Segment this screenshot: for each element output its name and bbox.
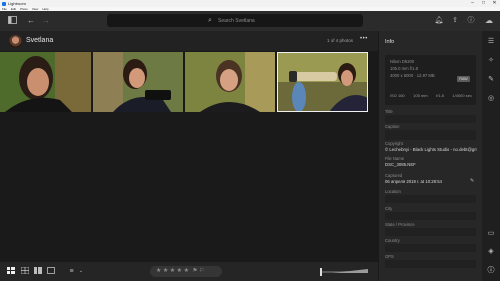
detail-view-icon[interactable] — [33, 267, 42, 276]
reject-flag-icon[interactable]: ⚐ — [199, 266, 204, 277]
caption-label: Caption — [385, 124, 400, 129]
focal-length-value: 105 mm — [413, 93, 428, 98]
help-icon[interactable]: ⓘ — [466, 16, 476, 26]
sidebar-toggle-icon[interactable] — [7, 16, 17, 26]
thumbnail-strip — [0, 52, 378, 113]
thumbnail-size-slider[interactable] — [320, 268, 368, 276]
back-arrow-icon[interactable]: ← — [26, 16, 36, 26]
edit-sliders-icon[interactable]: ☰ — [486, 37, 496, 47]
info-panel-title: Info — [385, 39, 395, 45]
photo-grid-area: Svetlana 1 of 4 photos ••• — [0, 31, 378, 262]
pick-flag-icon[interactable]: ⚑ — [192, 266, 197, 277]
location-field[interactable] — [385, 195, 476, 203]
photo-thumbnail[interactable] — [0, 52, 91, 112]
caption-field[interactable] — [385, 130, 476, 140]
iso-value: ISO 160 — [390, 93, 405, 98]
lightroom-window: Lightroom – □ ✕ File Edit Photo View Hel… — [0, 0, 500, 281]
app-icon — [2, 1, 6, 6]
rating-and-flag-bar: ★ ★ ★ ★ ★ ⚑ ⚐ — [150, 266, 222, 277]
single-view-icon[interactable] — [46, 267, 55, 276]
size-slider-track — [332, 269, 368, 273]
healing-icon[interactable]: ◎ — [486, 94, 496, 104]
copyright-value[interactable]: © Lechebnyi - Black Lights Studio - no.d… — [385, 147, 477, 152]
location-label: Location — [385, 189, 401, 194]
gps-field[interactable] — [385, 260, 476, 268]
image-dimensions: 4000 x 6000 · 12.97 MB — [390, 73, 435, 78]
sort-dropdown-icon[interactable]: ⌄ — [78, 267, 84, 276]
album-header: Svetlana 1 of 4 photos ••• — [0, 31, 378, 51]
raw-badge: RAW — [457, 76, 470, 82]
filename-value: DSC_3085.NEF — [385, 162, 416, 167]
copyright-label: Copyright — [385, 141, 403, 146]
star-rating-4[interactable]: ★ — [177, 266, 182, 277]
info-panel: Info Nikon D5200 105.0 mm f/1.8 4000 x 6… — [378, 31, 482, 281]
size-slider-handle[interactable] — [320, 268, 322, 276]
more-options-button[interactable]: ••• — [360, 36, 368, 42]
star-rating-2[interactable]: ★ — [163, 266, 168, 277]
tags-icon[interactable]: ◈ — [486, 247, 496, 257]
square-grid-view-icon[interactable] — [20, 266, 29, 276]
maximize-button[interactable]: □ — [478, 0, 489, 7]
state-field[interactable] — [385, 228, 476, 236]
country-label: Country — [385, 238, 400, 243]
search-input[interactable] — [218, 15, 358, 26]
captured-value: 06 апреля 2019 г. at 10:28:54 — [385, 179, 443, 184]
brush-icon[interactable]: ✎ — [486, 75, 496, 85]
captured-label: Captured — [385, 173, 403, 178]
star-rating-5[interactable]: ★ — [184, 266, 189, 277]
window-title-bar: Lightroom – □ ✕ — [0, 0, 500, 7]
gps-label: GPS — [385, 254, 394, 259]
grid-view-icon[interactable] — [6, 267, 15, 276]
info-icon[interactable]: ⓘ — [486, 266, 496, 276]
close-button[interactable]: ✕ — [489, 0, 500, 7]
forward-arrow-icon[interactable]: → — [41, 16, 51, 26]
star-rating-1[interactable]: ★ — [156, 266, 161, 277]
aperture-value: f/1.8 — [436, 93, 444, 98]
sort-icon[interactable]: ≡ — [67, 267, 76, 276]
city-label: City — [385, 206, 393, 211]
photo-count: 1 of 4 photos — [327, 38, 354, 43]
star-rating-3[interactable]: ★ — [170, 266, 175, 277]
edit-date-icon[interactable]: ✎ — [470, 178, 474, 184]
camera-model: Nikon D5200 — [390, 59, 415, 64]
title-field[interactable] — [385, 115, 476, 123]
city-field[interactable] — [385, 212, 476, 220]
share-icon[interactable]: ⇪ — [450, 16, 460, 26]
album-title: Svetlana — [26, 37, 54, 44]
right-tool-rail: ☰ ✧ ✎ ◎ ▭ ◈ ⓘ — [482, 31, 500, 281]
shutter-speed-value: 1/4000 sec — [452, 93, 472, 98]
notifications-icon[interactable]: 🔔︎ — [434, 16, 444, 26]
filename-label: File Name — [385, 156, 405, 161]
photo-thumbnail[interactable] — [185, 52, 275, 112]
photo-thumbnail-selected[interactable] — [277, 52, 368, 112]
comments-icon[interactable]: ▭ — [486, 229, 496, 239]
country-field[interactable] — [385, 244, 476, 252]
bottom-toolbar: ≡ ⌄ ★ ★ ★ ★ ★ ⚑ ⚐ — [0, 262, 378, 281]
title-label: Title — [385, 109, 393, 114]
lens-info: 105.0 mm f/1.8 — [390, 66, 418, 71]
search-icon: ⌕ — [208, 17, 212, 24]
camera-info-box: Nikon D5200 105.0 mm f/1.8 4000 x 6000 ·… — [385, 55, 476, 105]
minimize-button[interactable]: – — [467, 0, 478, 7]
state-label: State / Province — [385, 222, 415, 227]
cloud-icon[interactable]: ☁ — [482, 16, 496, 26]
window-title: Lightroom — [8, 1, 26, 6]
photo-thumbnail[interactable] — [93, 52, 183, 112]
search-bar[interactable]: ⌕ — [107, 14, 363, 27]
exif-row: ISO 160 105 mm f/1.8 1/4000 sec — [390, 93, 472, 98]
auto-enhance-icon[interactable]: ✧ — [486, 56, 496, 66]
album-avatar — [9, 35, 22, 48]
